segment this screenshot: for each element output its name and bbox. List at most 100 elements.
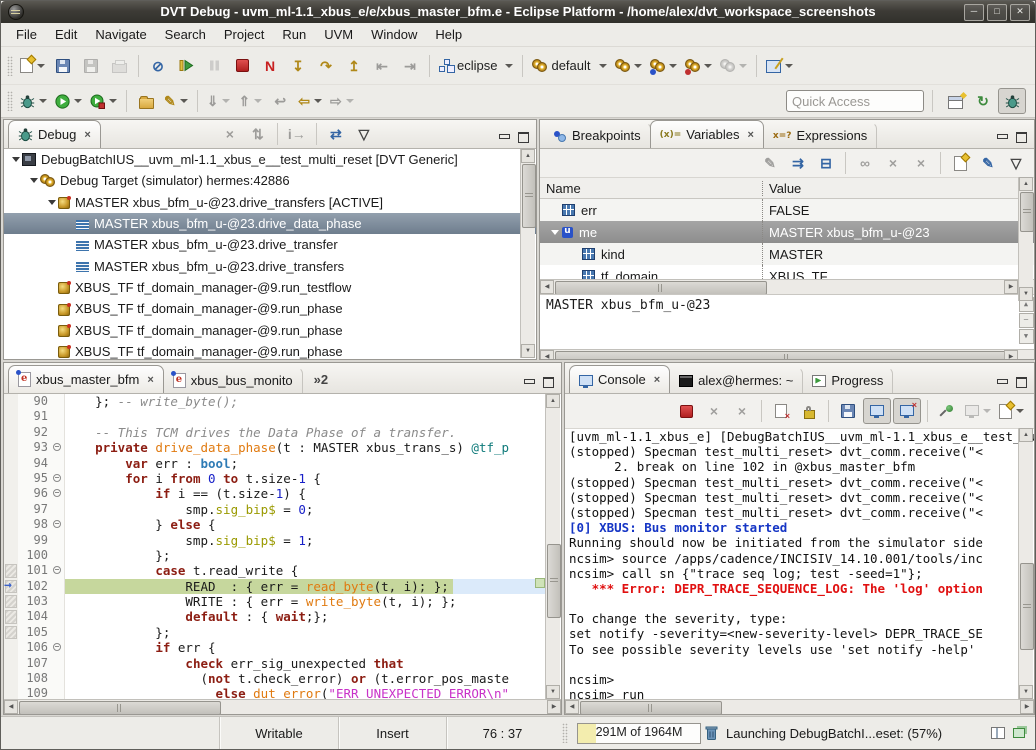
tab-xbus-master-bfm[interactable]: xbus_master_bfm × [8, 365, 164, 393]
scroll-right-button[interactable]: ▶ [547, 700, 561, 714]
terminate-button[interactable] [229, 54, 255, 78]
debug-tree-item[interactable]: DebugBatchIUS__uvm_ml-1.1_xbus_e__test_m… [4, 149, 536, 170]
scroll-left-button[interactable]: ◀ [565, 700, 579, 714]
background-jobs-icon[interactable] [1013, 728, 1025, 738]
run-coverage-button[interactable] [87, 89, 120, 113]
step-over-button[interactable]: ↷ [313, 54, 339, 78]
fold-gutter[interactable] [52, 471, 65, 486]
maximize-button[interactable]: □ [987, 4, 1007, 21]
debug-tree-item[interactable]: MASTER xbus_bfm_u-@23.drive_data_phase [4, 213, 536, 234]
collapse-icon[interactable] [53, 566, 61, 574]
show-progress-view-icon[interactable] [991, 727, 1005, 739]
scroll-up-button[interactable]: ▲ [521, 149, 535, 163]
debug-tree-item[interactable]: MASTER xbus_bfm_u-@23.drive_transfer [4, 234, 536, 255]
menu-run[interactable]: Run [273, 25, 315, 44]
collapse-icon[interactable] [53, 643, 61, 651]
toolbar-grip[interactable] [7, 56, 13, 76]
back-button[interactable]: ⇦ [295, 89, 325, 113]
variables-vscrollbar[interactable]: ▲ ▼ [1018, 177, 1033, 301]
minimize-view-button[interactable] [996, 132, 1008, 142]
scroll-thumb[interactable] [555, 281, 767, 295]
debug-configs-button[interactable] [647, 54, 680, 78]
tab-breakpoints[interactable]: Breakpoints [544, 122, 651, 148]
maximize-view-button[interactable] [1015, 132, 1027, 142]
tab-debug[interactable]: Debug × [8, 120, 101, 148]
show-type-names-button[interactable]: ✎ [757, 151, 783, 175]
scroll-down-button[interactable]: ▼ [521, 344, 535, 358]
run-button[interactable] [52, 89, 85, 113]
view-menu-button[interactable]: ▽ [1003, 151, 1029, 175]
close-button[interactable]: ✕ [1010, 4, 1030, 21]
fold-gutter[interactable] [52, 563, 65, 578]
remove-launch-button[interactable]: × [701, 399, 727, 423]
scroll-up-button[interactable]: ▲ [1019, 428, 1033, 442]
run-garbage-collector-icon[interactable] [705, 725, 718, 741]
detail-hscrollbar[interactable]: ◀ ▶ [540, 349, 1034, 360]
collapse-icon[interactable] [53, 443, 61, 451]
close-icon[interactable]: × [747, 129, 753, 141]
watch-button[interactable]: ∞ [852, 151, 878, 175]
scroll-down-button[interactable]: ▼ [1019, 287, 1033, 301]
tab-variables[interactable]: (x)= Variables × [650, 120, 764, 148]
previous-annotation-button[interactable]: ⇓ [204, 89, 234, 113]
debug-tree-item[interactable]: XBUS_TF tf_domain_manager-@9.run_phase [4, 319, 536, 340]
menu-uvm[interactable]: UVM [315, 25, 362, 44]
debug-perspective-button[interactable] [998, 88, 1026, 114]
maximize-view-button[interactable] [517, 132, 529, 142]
scroll-thumb[interactable] [547, 544, 561, 618]
save-all-button[interactable] [78, 54, 104, 78]
fold-gutter[interactable] [52, 440, 65, 455]
code-area[interactable]: 90 }; -- write_byte();9192 -- This TCM d… [4, 394, 561, 700]
remove-all-launches-button[interactable]: × [729, 399, 755, 423]
fold-gutter[interactable] [52, 517, 65, 532]
open-element-button[interactable] [133, 89, 159, 113]
drop-to-frame-button[interactable]: ⇤ [369, 54, 395, 78]
debug-button[interactable] [17, 89, 50, 113]
tab-overflow-button[interactable]: »2 [314, 372, 328, 393]
debug-tree-item[interactable]: XBUS_TF tf_domain_manager-@9.run_phase [4, 298, 536, 319]
fold-gutter[interactable] [52, 486, 65, 501]
collapse-all-button[interactable]: ⊟ [813, 151, 839, 175]
fold-gutter[interactable] [52, 640, 65, 655]
debug-tree-item[interactable]: XBUS_TF tf_domain_manager-@9.run_phase [4, 341, 536, 360]
save-button[interactable] [50, 54, 76, 78]
scroll-thumb[interactable] [19, 701, 221, 715]
minimize-view-button[interactable] [498, 132, 510, 142]
debug-vscrollbar[interactable]: ▲ ▼ [520, 149, 535, 358]
open-perspective-button[interactable] [942, 89, 968, 113]
menu-project[interactable]: Project [215, 25, 273, 44]
expander-icon[interactable] [548, 230, 562, 235]
step-return-button[interactable]: ↥ [341, 54, 367, 78]
remove-selected-button[interactable]: × [880, 151, 906, 175]
terminate-relaunch-button[interactable]: ⇅ [245, 122, 271, 146]
scroll-down-button[interactable]: ▼ [1019, 329, 1034, 344]
next-annotation-button[interactable]: ⇑ [235, 89, 265, 113]
menu-window[interactable]: Window [362, 25, 426, 44]
tab-terminal[interactable]: alex@hermes: ~ [669, 367, 803, 393]
collapse-icon[interactable] [53, 474, 61, 482]
column-name[interactable]: Name [540, 181, 762, 196]
variable-detail-pane[interactable]: MASTER xbus_bfm_u-@23 ▲ ─ ▼ [540, 294, 1034, 349]
close-icon[interactable]: × [84, 129, 90, 141]
debug-tree-item[interactable]: Debug Target (simulator) hermes:42886 [4, 170, 536, 191]
maximize-view-button[interactable] [542, 377, 554, 387]
console-vscrollbar[interactable]: ▲ ▼ [1018, 428, 1033, 699]
editor-hscrollbar[interactable]: ◀ ▶ [4, 699, 561, 714]
tab-expressions[interactable]: x=? Expressions [763, 122, 877, 148]
save-output-button[interactable] [835, 399, 861, 423]
disconnect-button[interactable]: N [257, 54, 283, 78]
scroll-up-button[interactable]: ▲ [1019, 177, 1033, 191]
last-edit-location-button[interactable]: ↩ [267, 89, 293, 113]
collapse-icon[interactable] [53, 489, 61, 497]
scroll-thumb[interactable] [580, 701, 722, 715]
expander-icon[interactable] [46, 200, 58, 205]
maximize-view-button[interactable] [1015, 377, 1027, 387]
dvt-perspective-button[interactable]: ↻ [970, 89, 996, 113]
display-console-button[interactable] [962, 399, 994, 423]
expander-icon[interactable] [28, 178, 40, 183]
scroll-right-button[interactable]: ▶ [1020, 700, 1034, 714]
scroll-left-button[interactable]: ◀ [4, 700, 18, 714]
status-grip[interactable] [562, 723, 568, 743]
terminate-console-button[interactable] [673, 399, 699, 423]
scroll-right-button[interactable]: ▶ [1004, 350, 1018, 360]
